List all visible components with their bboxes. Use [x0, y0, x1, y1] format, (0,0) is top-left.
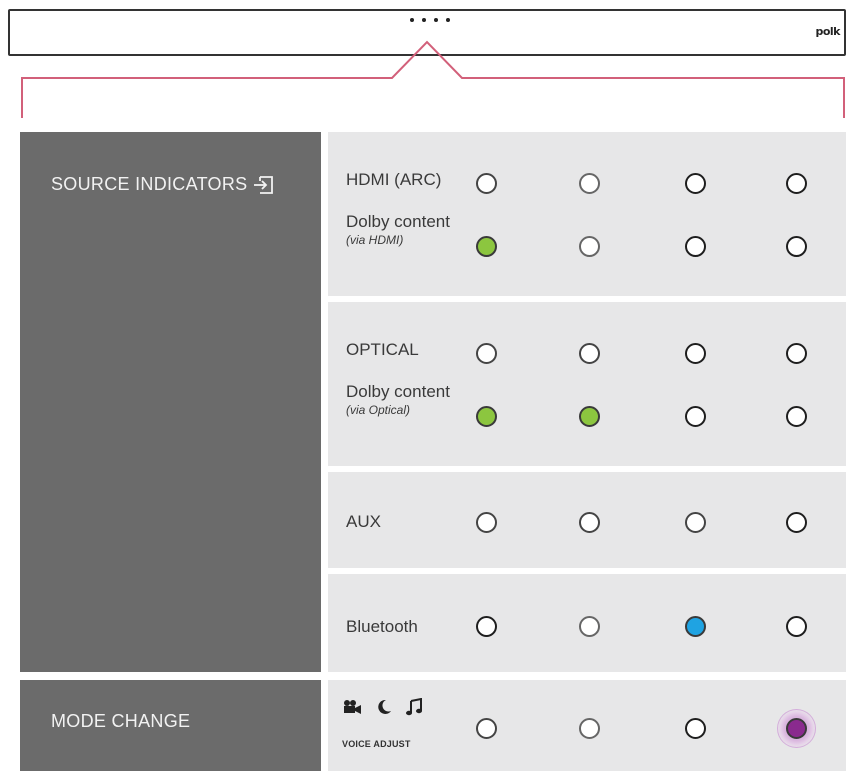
indicator-bluetooth-1: [476, 616, 497, 637]
row-label-optical: OPTICAL: [346, 340, 419, 359]
indicator-hdmi-4: [786, 173, 807, 194]
source-indicators-panel: SOURCE INDICATORS: [20, 132, 321, 672]
movie-camera-icon: [344, 700, 361, 714]
dolby-optical-sublabel: (via Optical): [346, 403, 411, 417]
source-indicators-heading: SOURCE INDICATORS: [51, 174, 275, 195]
dolby-optical-label: Dolby content: [346, 382, 450, 401]
indicator-mode-4: [786, 718, 807, 739]
indicator-optical-1: [476, 343, 497, 364]
row-label-bluetooth: Bluetooth: [346, 617, 418, 636]
input-source-icon: [254, 175, 274, 194]
indicator-bluetooth-2: [579, 616, 600, 637]
voice-adjust-label: VOICE ADJUST: [342, 739, 411, 749]
source-indicators-label: SOURCE INDICATORS: [51, 174, 248, 194]
indicator-bluetooth-3: [685, 616, 706, 637]
indicator-optical-3: [685, 343, 706, 364]
indicator-dolby-optical-2: [579, 406, 600, 427]
indicator-dolby-hdmi-4: [786, 236, 807, 257]
row-label-dolby-hdmi: Dolby content (via HDMI): [346, 210, 466, 247]
mode-change-label: MODE CHANGE: [51, 711, 191, 731]
indicator-dolby-optical-1: [476, 406, 497, 427]
indicator-aux-4: [786, 512, 807, 533]
indicator-hdmi-2: [579, 173, 600, 194]
indicator-dolby-hdmi-2: [579, 236, 600, 257]
music-note-icon: [406, 698, 422, 716]
mode-change-panel: MODE CHANGE: [20, 680, 321, 771]
dolby-hdmi-label: Dolby content: [346, 212, 450, 231]
indicator-dolby-hdmi-3: [685, 236, 706, 257]
indicator-dolby-optical-4: [786, 406, 807, 427]
dolby-hdmi-sublabel: (via HDMI): [346, 233, 404, 247]
indicator-mode-1: [476, 718, 497, 739]
indicator-mode-2: [579, 718, 600, 739]
indicator-hdmi-1: [476, 173, 497, 194]
indicator-dolby-hdmi-1: [476, 236, 497, 257]
bluetooth-row: Bluetooth: [328, 574, 846, 672]
mode-icons: [342, 698, 422, 716]
row-label-dolby-optical: Dolby content (via Optical): [346, 380, 466, 417]
indicator-aux-2: [579, 512, 600, 533]
row-label-aux: AUX: [346, 512, 381, 531]
indicator-bluetooth-4: [786, 616, 807, 637]
indicator-optical-4: [786, 343, 807, 364]
night-moon-icon: [378, 699, 391, 714]
aux-row: AUX: [328, 472, 846, 568]
indicator-optical-2: [579, 343, 600, 364]
indicator-mode-3: [685, 718, 706, 739]
mode-change-row: VOICE ADJUST: [328, 680, 846, 771]
led-callout-bracket: [21, 40, 845, 118]
hdmi-row-group: HDMI (ARC) Dolby content (via HDMI): [328, 132, 846, 296]
indicator-aux-1: [476, 512, 497, 533]
indicator-dolby-optical-3: [685, 406, 706, 427]
optical-row-group: OPTICAL Dolby content (via Optical): [328, 302, 846, 466]
indicator-hdmi-3: [685, 173, 706, 194]
indicator-aux-3: [685, 512, 706, 533]
row-label-hdmi: HDMI (ARC): [346, 170, 442, 189]
